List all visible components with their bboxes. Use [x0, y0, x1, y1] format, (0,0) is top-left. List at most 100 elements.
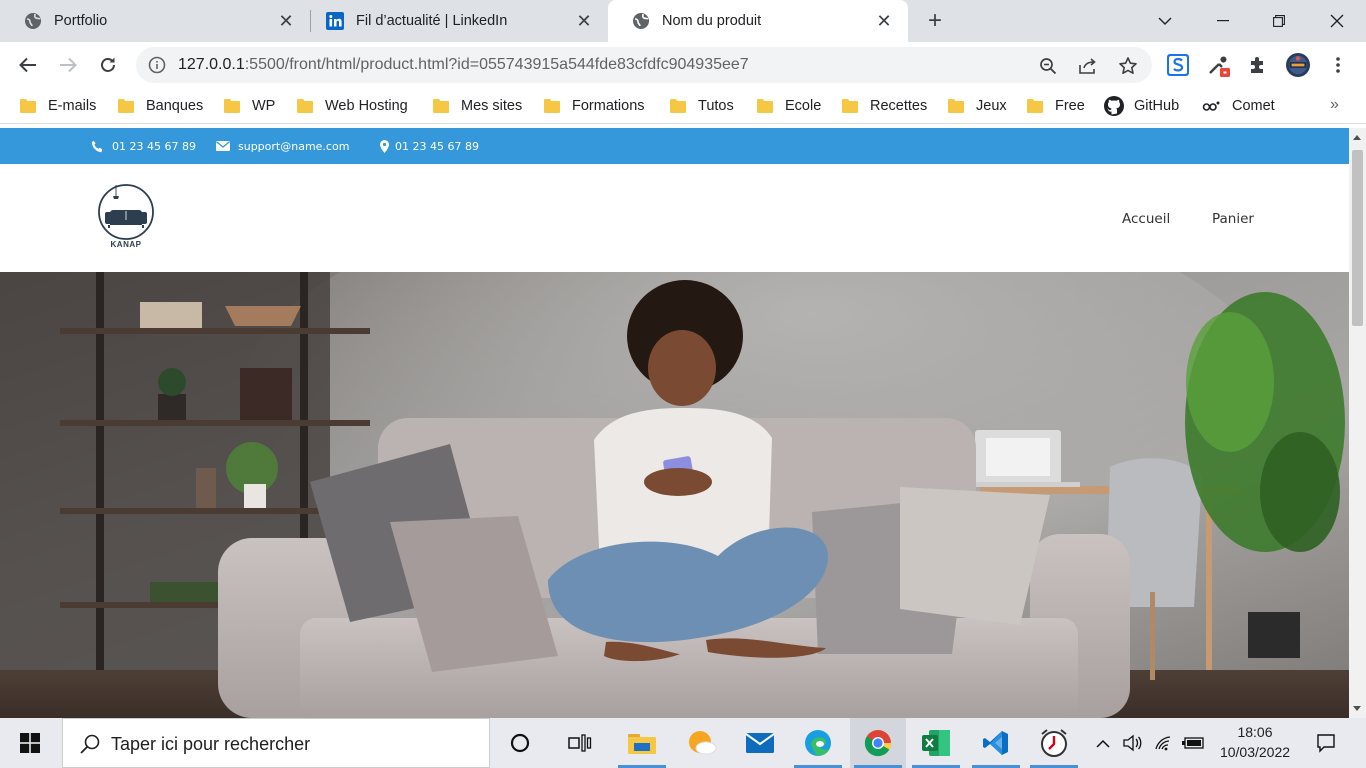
search-placeholder: Taper ici pour rechercher — [111, 734, 311, 754]
bookmark-e-mails[interactable]: E-mails — [20, 95, 96, 117]
folder-icon — [670, 99, 686, 113]
edge-app[interactable] — [790, 718, 846, 768]
bookmark-ecole[interactable]: Ecole — [757, 95, 821, 117]
clock-app[interactable] — [1026, 718, 1082, 768]
bookmark-mes-sites[interactable]: Mes sites — [433, 95, 522, 117]
nav-accueil-link[interactable]: Accueil — [1122, 211, 1170, 227]
task-view-button[interactable] — [552, 718, 608, 768]
notifications-icon[interactable] — [1308, 718, 1344, 768]
hero-banner-image — [0, 272, 1349, 718]
tab-portfolio[interactable]: Portfolio ✕ — [0, 0, 310, 42]
close-tab-icon[interactable]: ✕ — [278, 11, 294, 31]
bookmark-github[interactable]: GitHub — [1104, 95, 1179, 117]
reload-button[interactable] — [94, 51, 122, 79]
contact-topbar: 01 23 45 67 89 support@name.com 01 23 45… — [0, 128, 1349, 164]
zoom-icon[interactable] — [1038, 56, 1058, 76]
bookmark-free[interactable]: Free — [1027, 95, 1085, 117]
bookmark-comet[interactable]: Comet — [1202, 95, 1275, 117]
nav-panier-link[interactable]: Panier — [1212, 211, 1254, 227]
restore-button[interactable] — [1250, 0, 1308, 42]
page-scrollbar[interactable] — [1349, 128, 1366, 718]
bookmark-label: Banques — [146, 98, 204, 114]
back-button[interactable] — [14, 51, 42, 79]
phone-text: 01 23 45 67 89 — [112, 139, 196, 153]
bookmark-label: Web Hosting — [325, 98, 408, 114]
address-bar[interactable]: 127.0.0.1:5500/front/html/product.html?i… — [136, 47, 1152, 83]
github-icon — [1104, 96, 1124, 116]
bookmark-label: Tutos — [698, 98, 734, 114]
bookmark-label: Comet — [1232, 98, 1275, 114]
close-tab-icon[interactable]: ✕ — [876, 11, 892, 31]
wifi-icon[interactable] — [1152, 718, 1176, 768]
email-text: support@name.com — [238, 139, 350, 153]
tab-nom-du-produit[interactable]: Nom du produit ✕ — [608, 0, 908, 42]
mail-app[interactable] — [732, 718, 788, 768]
chrome-app[interactable] — [850, 718, 906, 768]
tab-label: Portfolio — [54, 13, 108, 29]
bookmark-recettes[interactable]: Recettes — [842, 95, 927, 117]
sofa-logo-icon — [98, 184, 154, 240]
close-window-button[interactable] — [1308, 0, 1366, 42]
vscode-app[interactable] — [968, 718, 1024, 768]
bookmark-wp[interactable]: WP — [224, 95, 275, 117]
globe-icon — [632, 12, 650, 30]
folder-icon — [297, 99, 313, 113]
search-icon — [79, 733, 101, 755]
mail-icon — [745, 733, 775, 753]
bookmark-web-hosting[interactable]: Web Hosting — [297, 95, 408, 117]
start-button[interactable] — [0, 718, 60, 768]
scrollbar-thumb[interactable] — [1352, 150, 1363, 326]
contact-email: support@name.com — [216, 139, 349, 153]
tray-overflow-chevron-icon[interactable] — [1092, 718, 1114, 768]
excel-app[interactable] — [908, 718, 964, 768]
bookmark-label: Recettes — [870, 98, 928, 114]
bookmarks-overflow-button[interactable]: » — [1330, 94, 1339, 116]
bookmark-banques[interactable]: Banques — [118, 95, 203, 117]
address-text: 01 23 45 67 89 — [395, 139, 479, 153]
folder-icon — [757, 99, 773, 113]
close-tab-icon[interactable]: ✕ — [576, 11, 592, 31]
extensions-puzzle-icon[interactable] — [1246, 53, 1270, 77]
s-extension-icon[interactable] — [1166, 53, 1190, 77]
scroll-up-arrow-icon[interactable] — [1353, 135, 1361, 140]
scroll-down-arrow-icon[interactable] — [1353, 706, 1361, 711]
weather-sun-icon — [689, 731, 717, 755]
eyedropper-extension-icon[interactable] — [1206, 53, 1230, 77]
share-icon[interactable] — [1078, 56, 1098, 76]
bookmark-jeux[interactable]: Jeux — [948, 95, 1007, 117]
alarm-clock-icon — [1041, 729, 1067, 757]
bookmark-formations[interactable]: Formations — [544, 95, 645, 117]
kanap-logo[interactable]: KANAP — [96, 182, 156, 254]
envelope-icon — [216, 139, 230, 153]
comet-icon — [1202, 99, 1220, 113]
cortana-button[interactable] — [492, 718, 548, 768]
site-header: KANAP Accueil Panier — [0, 164, 1349, 272]
browser-menu-icon[interactable] — [1326, 53, 1350, 77]
bookmark-tutos[interactable]: Tutos — [670, 95, 734, 117]
weather-app[interactable] — [674, 718, 730, 768]
vscode-icon — [983, 731, 1008, 755]
folder-icon — [20, 99, 36, 113]
system-clock[interactable]: 18:06 10/03/2022 — [1212, 722, 1298, 762]
tab-label: Fil d’actualité | LinkedIn — [356, 13, 508, 29]
tab-label: Nom du produit — [662, 13, 762, 29]
taskbar-search-box[interactable]: Taper ici pour rechercher — [62, 718, 490, 768]
tab-linkedin[interactable]: Fil d’actualité | LinkedIn ✕ — [302, 0, 608, 42]
minimize-button[interactable] — [1194, 0, 1252, 42]
file-explorer-app[interactable] — [614, 718, 670, 768]
profile-avatar[interactable] — [1286, 53, 1310, 77]
site-info-icon[interactable] — [148, 56, 166, 74]
bookmark-label: Ecole — [785, 98, 822, 114]
bookmark-star-icon[interactable] — [1118, 56, 1138, 76]
windows-taskbar: Taper ici pour rechercher 18:06 10/03/20… — [0, 718, 1366, 768]
volume-icon[interactable] — [1120, 718, 1144, 768]
folder-icon — [948, 99, 964, 113]
browser-toolbar: 127.0.0.1:5500/front/html/product.html?i… — [0, 42, 1366, 88]
forward-button[interactable] — [54, 51, 82, 79]
url-text[interactable]: 127.0.0.1:5500/front/html/product.html?i… — [178, 56, 749, 74]
new-tab-button[interactable]: + — [922, 7, 948, 34]
tab-search-icon[interactable] — [1136, 0, 1194, 42]
task-view-icon — [568, 734, 592, 752]
battery-icon[interactable] — [1180, 718, 1206, 768]
windows-logo-icon — [20, 733, 40, 753]
